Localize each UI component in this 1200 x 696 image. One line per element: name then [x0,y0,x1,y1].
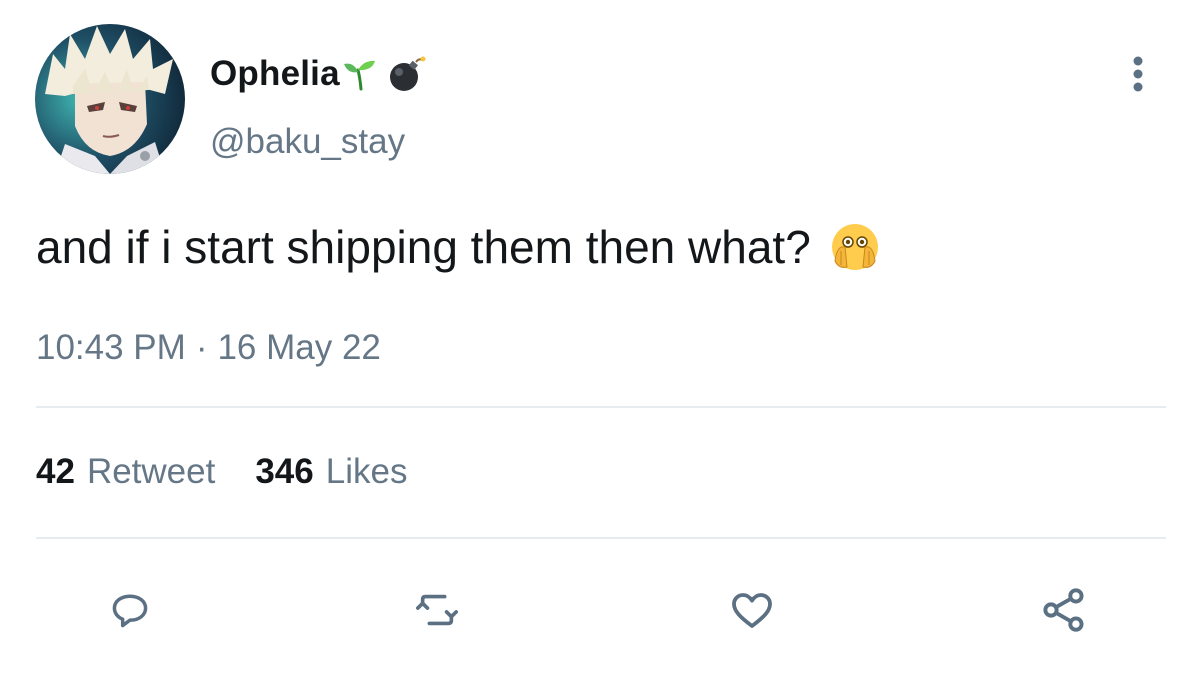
retweet-icon[interactable] [409,582,465,638]
tweet-time[interactable]: 10:43 PM [36,328,186,368]
tweet-stats: 42 Retweet 346 Likes [36,452,407,492]
meta-separator: · [195,328,208,367]
avatar[interactable] [35,24,185,174]
tweet-text-row: and if i start shipping them then what? [36,220,881,274]
divider-top [36,406,1166,408]
retweets-stat[interactable]: 42 Retweet [36,452,215,492]
author-name-row[interactable]: Ophelia [210,52,426,96]
seedling-emoji [342,56,378,92]
more-options-icon[interactable] [1126,52,1150,96]
like-icon[interactable] [724,582,780,638]
display-name[interactable]: Ophelia [210,54,340,94]
tweet-text: and if i start shipping them then what? [36,221,811,273]
face-with-open-eyes-and-hand-over-mouth-emoji [829,221,881,273]
tweet-date[interactable]: 16 May 22 [217,328,380,368]
author-handle[interactable]: @baku_stay [210,122,405,162]
bomb-emoji [386,54,426,94]
reply-icon[interactable] [102,582,158,638]
retweets-count: 42 [36,452,75,491]
likes-stat[interactable]: 346 Likes [255,452,407,492]
tweet-timestamp[interactable]: 10:43 PM · 16 May 22 [36,328,381,368]
share-icon[interactable] [1036,582,1092,638]
divider-bottom [36,537,1166,539]
likes-count: 346 [255,452,314,491]
retweets-label: Retweet [86,452,216,491]
likes-label: Likes [325,452,408,491]
